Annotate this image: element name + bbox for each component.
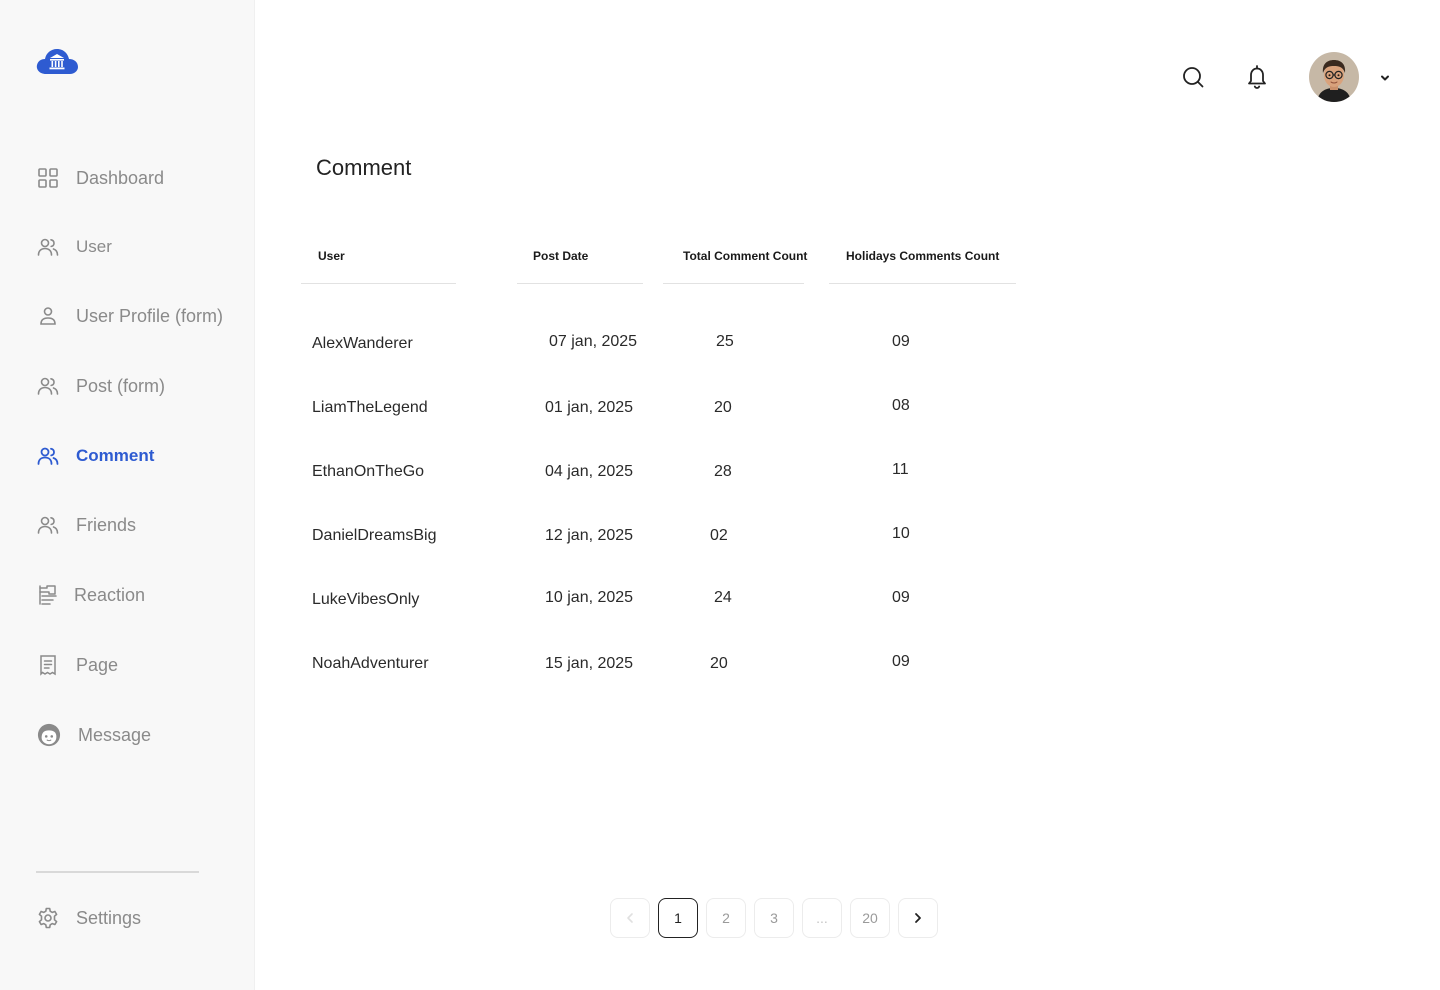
cell-total-count: 28 [714,463,732,480]
pagination-next-button[interactable] [898,898,938,938]
pagination-page-3[interactable]: 3 [754,898,794,938]
cell-post-date: 07 jan, 2025 [549,333,638,350]
users-icon [36,374,60,398]
cell-post-date: 12 jan, 2025 [545,527,634,544]
sidebar-item-label: Friends [76,514,137,535]
header-underline [663,283,804,284]
gear-icon [36,906,60,930]
cell-user: DanielDreamsBig [312,527,437,544]
header-underline [517,283,643,284]
sidebar-item-label: Message [78,724,152,745]
sidebar-item-post[interactable]: Post (form) [36,371,165,401]
sidebar-divider [36,871,199,873]
cell-holidays-count: 09 [892,333,910,350]
column-header-total-comment-count[interactable]: Total Comment Count [683,249,807,263]
cell-post-date: 01 jan, 2025 [545,399,634,416]
cell-user: AlexWanderer [312,335,413,352]
cell-post-date: 04 jan, 2025 [545,463,634,480]
bell-icon[interactable] [1245,64,1269,90]
sidebar-item-label: Dashboard [76,167,165,188]
users-icon [36,235,60,259]
user-icon [36,304,60,328]
column-header-post-date[interactable]: Post Date [533,249,588,263]
pagination-page-20[interactable]: 20 [850,898,890,938]
pagination-page-2[interactable]: 2 [706,898,746,938]
cell-holidays-count: 08 [892,397,910,414]
grid-icon [36,166,60,190]
cell-holidays-count: 09 [892,653,910,670]
sidebar-item-label: User Profile (form) [76,305,224,326]
chevron-right-icon [915,913,921,923]
cell-holidays-count: 09 [892,589,910,606]
cell-holidays-count: 10 [892,525,910,542]
cell-total-count: 25 [716,333,734,350]
avatar[interactable] [1309,52,1359,102]
sidebar-item-label: Page [76,654,119,675]
face-icon [36,722,62,748]
page-title: Comment [316,155,412,180]
cell-post-date: 10 jan, 2025 [545,589,634,606]
sidebar-item-friends[interactable]: Friends [36,510,136,540]
cell-total-count: 24 [714,589,732,606]
column-header-user[interactable]: User [318,249,345,263]
reaction-icon [36,583,60,607]
sidebar-item-dashboard[interactable]: Dashboard [36,163,164,193]
cell-user: LiamTheLegend [312,399,428,416]
sidebar-item-comment[interactable]: Comment [36,441,154,471]
pagination-page-1[interactable]: 1 [658,898,698,938]
header-underline [829,283,1016,284]
sidebar-item-label: Comment [76,446,155,465]
sidebar-item-label: Post (form) [76,375,166,396]
settings-label: Settings [76,907,142,928]
header-underline [301,283,456,284]
sidebar-item-page[interactable]: Page [36,650,118,680]
pagination-ellipsis: ... [802,898,842,938]
logo-icon[interactable] [36,46,78,78]
cell-user: NoahAdventurer [312,655,429,672]
users-icon [36,513,60,537]
users-icon [36,444,60,468]
sidebar: Dashboard User User Profile (form) Post … [0,0,255,990]
cell-total-count: 20 [714,399,732,416]
sidebar-item-user-profile[interactable]: User Profile (form) [36,301,223,331]
cell-user: LukeVibesOnly [312,591,420,608]
column-header-holidays-comments-count[interactable]: Holidays Comments Count [846,249,999,263]
cell-post-date: 15 jan, 2025 [545,655,634,672]
sidebar-item-reaction[interactable]: Reaction [36,580,145,610]
cell-total-count: 02 [710,527,728,544]
sidebar-item-settings[interactable]: Settings [36,903,141,933]
document-icon [36,653,60,677]
sidebar-item-user[interactable]: User [36,232,112,262]
chevron-down-icon[interactable] [1378,71,1392,83]
chevron-left-icon [627,913,633,923]
cell-user: EthanOnTheGo [312,463,425,480]
sidebar-item-label: Reaction [74,584,146,605]
sidebar-item-label: User [76,237,112,256]
sidebar-item-message[interactable]: Message [36,720,151,750]
cell-holidays-count: 11 [892,461,909,478]
pagination-prev-button[interactable] [610,898,650,938]
search-icon[interactable] [1181,65,1205,89]
cell-total-count: 20 [710,655,728,672]
